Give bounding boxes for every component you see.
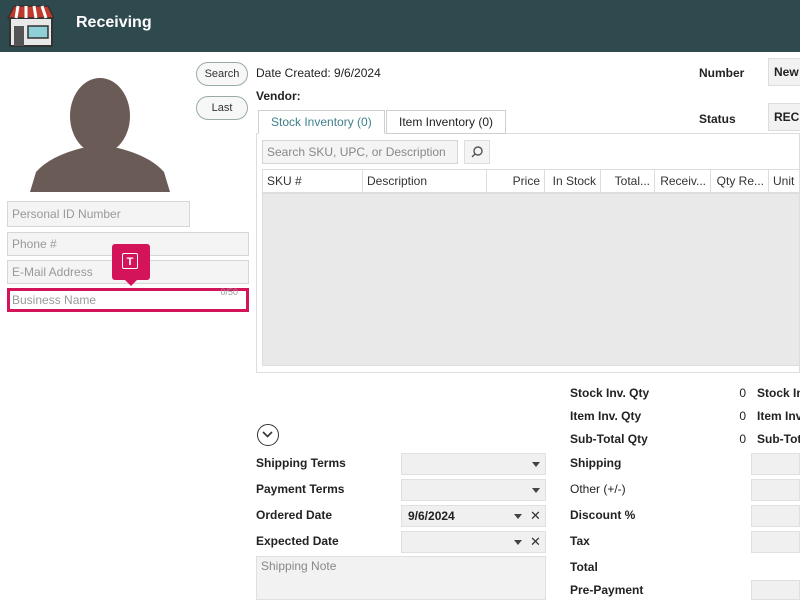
chevron-down-icon xyxy=(532,488,540,493)
prepayment-label: Pre-Payment xyxy=(570,583,644,597)
avatar xyxy=(30,76,170,192)
search-button[interactable]: Search xyxy=(196,62,248,86)
expected-date-label: Expected Date xyxy=(256,534,339,548)
chevron-down-icon[interactable] xyxy=(514,514,522,519)
business-name-field[interactable]: Business Name 0/50 xyxy=(7,287,249,312)
text-icon: T xyxy=(122,253,138,269)
grid-body xyxy=(262,193,800,366)
shipping-terms-label: Shipping Terms xyxy=(256,456,346,470)
clear-icon[interactable]: ✕ xyxy=(530,508,541,524)
stock-inv-qty-value: 0 xyxy=(739,386,746,400)
stock-inv-qty-label: Stock Inv. Qty xyxy=(570,386,650,400)
ordered-date-value: 9/6/2024 xyxy=(408,509,455,523)
column-header[interactable]: SKU # xyxy=(263,170,363,192)
status-label: Status xyxy=(699,112,736,126)
last-button[interactable]: Last xyxy=(196,96,248,120)
other-label: Other (+/-) xyxy=(570,482,626,496)
personal-id-field[interactable]: Personal ID Number xyxy=(7,201,190,227)
total-label: Total xyxy=(570,560,598,574)
subtotal-qty-value: 0 xyxy=(739,432,746,446)
business-name-counter: 0/50 xyxy=(220,287,238,297)
tax-field[interactable] xyxy=(751,531,800,553)
column-header[interactable]: Receiv... xyxy=(655,170,711,192)
tab-item-inventory[interactable]: Item Inventory (0) xyxy=(386,110,507,134)
tax-label: Tax xyxy=(570,534,590,548)
number-field[interactable]: New xyxy=(768,58,800,86)
date-created: Date Created: 9/6/2024 xyxy=(256,66,381,80)
column-header[interactable]: Description xyxy=(363,170,487,192)
discount-label: Discount % xyxy=(570,508,636,522)
column-header[interactable]: Total... xyxy=(601,170,655,192)
expected-date-picker[interactable]: ✕ xyxy=(401,531,546,553)
inventory-search-input[interactable]: Search SKU, UPC, or Description xyxy=(262,140,458,164)
ordered-date-picker[interactable]: 9/6/2024 ✕ xyxy=(401,505,546,527)
item-inv-qty-value: 0 xyxy=(739,409,746,423)
search-icon[interactable] xyxy=(464,140,490,164)
chevron-down-icon[interactable] xyxy=(514,540,522,545)
shipping-amount-field[interactable] xyxy=(751,453,800,475)
column-header[interactable]: In Stock xyxy=(545,170,601,192)
store-logo-icon xyxy=(6,4,56,48)
payment-terms-label: Payment Terms xyxy=(256,482,345,496)
shipping-note-placeholder: Shipping Note xyxy=(261,559,337,573)
prepayment-field[interactable] xyxy=(751,580,800,600)
column-header[interactable]: Unit xyxy=(769,170,800,192)
ordered-date-label: Ordered Date xyxy=(256,508,333,522)
number-value: New xyxy=(774,65,799,79)
expand-chevron-icon[interactable] xyxy=(257,424,279,446)
item-inv-qty-label: Item Inv. Qty xyxy=(570,409,642,423)
number-label: Number xyxy=(699,66,745,80)
column-header[interactable]: Price xyxy=(487,170,545,192)
page-title: Receiving xyxy=(76,14,152,31)
tab-stock-inventory[interactable]: Stock Inventory (0) xyxy=(258,110,385,134)
item-inv-right-label: Item Inv xyxy=(757,409,800,423)
column-header[interactable]: Qty Re... xyxy=(711,170,769,192)
discount-field[interactable] xyxy=(751,505,800,527)
vendor-label: Vendor: xyxy=(256,89,301,103)
chevron-down-icon xyxy=(532,462,540,467)
status-value: RECI xyxy=(774,110,800,124)
text-tooltip: T xyxy=(112,244,150,286)
other-amount-field[interactable] xyxy=(751,479,800,501)
clear-icon[interactable]: ✕ xyxy=(530,534,541,550)
payment-terms-select[interactable] xyxy=(401,479,546,501)
shipping-label: Shipping xyxy=(570,456,622,470)
shipping-terms-select[interactable] xyxy=(401,453,546,475)
shipping-note-field[interactable]: Shipping Note xyxy=(256,556,546,600)
status-field[interactable]: RECI xyxy=(768,103,800,131)
subtotal-qty-label: Sub-Total Qty xyxy=(570,432,648,446)
grid-header: SKU # Description Price In Stock Total..… xyxy=(262,169,800,193)
business-name-placeholder: Business Name xyxy=(12,293,97,307)
tooltip-arrow xyxy=(125,280,137,286)
stock-inv-right-label: Stock In xyxy=(757,386,800,400)
subtotal-right-label: Sub-Tot xyxy=(757,432,800,446)
